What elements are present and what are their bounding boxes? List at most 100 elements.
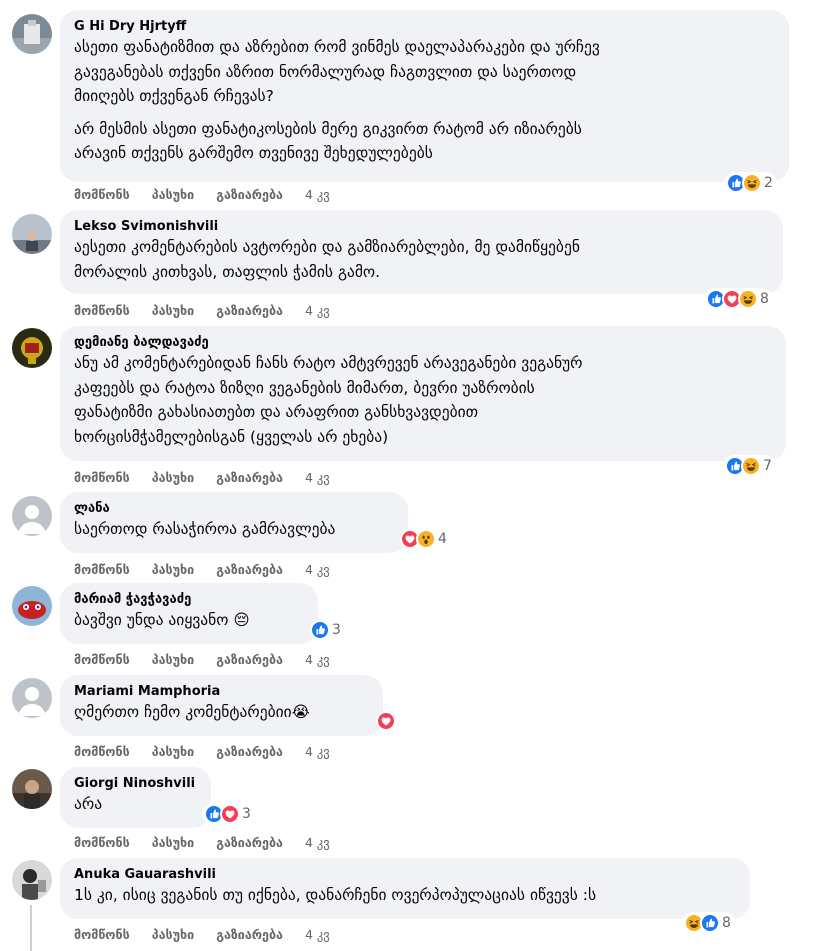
comment-timestamp[interactable]: 4 კვ	[305, 927, 330, 942]
like-button[interactable]: მომწონს	[74, 562, 130, 577]
reaction-summary[interactable]: 8	[704, 288, 773, 310]
reply-button[interactable]: პასუხი	[152, 470, 195, 485]
share-button[interactable]: გაზიარება	[216, 835, 283, 850]
reaction-count: 3	[332, 622, 341, 638]
comment-actions: მომწონს პასუხი გაზიარება 4 კვ	[74, 561, 330, 577]
comment-text: არა	[74, 795, 103, 813]
comment-author[interactable]: Lekso Svimonishvili	[74, 218, 771, 235]
reply-button[interactable]: პასუხი	[152, 927, 195, 942]
comment-text: მიიღებს თქვენგან რჩევას?	[74, 87, 274, 105]
reply-button[interactable]: პასუხი	[152, 835, 195, 850]
comment-actions: მომწონს პასუხი გაზიარება 4 კვ	[74, 302, 330, 318]
comment-bubble: Lekso Svimonishvili აესეთი კომენტარების …	[60, 210, 783, 294]
like-button[interactable]: მომწონს	[74, 187, 130, 202]
comment-text: საერთოდ რასაჭიროა გამრავლება	[74, 520, 336, 538]
comment-text: ხორცისმჭამელებისგან (ყველას არ ეხება)	[74, 427, 389, 446]
avatar[interactable]	[12, 14, 52, 54]
comment-text: გავეგანებას თქვენი აზრით ნორმალურად ჩაგთ…	[74, 62, 577, 81]
comment-timestamp[interactable]: 4 კვ	[305, 187, 330, 202]
haha-reaction-icon	[738, 289, 758, 309]
comment-text: კაფეებს და რატოა ზიზღი ვეგანების მიმართ,…	[74, 378, 535, 397]
comment-text: არავინ თქვენს გარშემო თვენივე შეხედულებე…	[74, 144, 433, 162]
avatar[interactable]	[12, 328, 52, 368]
comment-text: არ მესმის ასეთი ფანატიკოსების მერე გიკვი…	[74, 119, 582, 138]
like-button[interactable]: მომწონს	[74, 303, 130, 318]
comment-bubble: G Hi Dry Hjrtyff ასეთი ფანატიზმით და აზრ…	[60, 10, 789, 182]
comment-timestamp[interactable]: 4 კვ	[305, 303, 330, 318]
reaction-summary[interactable]: 3	[308, 619, 345, 641]
avatar[interactable]	[12, 860, 52, 900]
avatar[interactable]	[12, 586, 52, 626]
comment-actions: მომწონს პასუხი გაზიარება 4 კვ	[74, 186, 330, 202]
comment-bubble: დემიანე ბალდავაძე ანუ ამ კომენტარებიდან …	[60, 326, 786, 461]
comment-author[interactable]: Anuka Gauarashvili	[74, 866, 738, 883]
avatar[interactable]	[12, 214, 52, 254]
comment-author[interactable]: Giorgi Ninoshvili	[74, 775, 199, 792]
reaction-count: 8	[722, 915, 731, 931]
wow-reaction-icon	[416, 529, 436, 549]
reply-button[interactable]: პასუხი	[152, 187, 195, 202]
share-button[interactable]: გაზიარება	[216, 652, 283, 667]
comment-text: ასეთი ფანატიზმით და აზრებით რომ ვინმეს დ…	[74, 38, 600, 56]
comment-timestamp[interactable]: 4 კვ	[305, 562, 330, 577]
comment-bubble: Giorgi Ninoshvili არა	[60, 767, 211, 828]
comment-actions: მომწონს პასუხი გაზიარება 4 კვ	[74, 469, 330, 485]
avatar[interactable]	[12, 678, 52, 718]
like-button[interactable]: მომწონს	[74, 652, 130, 667]
share-button[interactable]: გაზიარება	[216, 562, 283, 577]
reply-button[interactable]: პასუხი	[152, 744, 195, 759]
avatar[interactable]	[12, 496, 52, 536]
comment-actions: მომწონს პასუხი გაზიარება 4 კვ	[74, 651, 330, 667]
comment-timestamp[interactable]: 4 კვ	[305, 470, 330, 485]
comment-text: მორალის კითხვას, თაფლის ჭამის გამო.	[74, 262, 381, 281]
share-button[interactable]: გაზიარება	[216, 187, 283, 202]
reaction-summary[interactable]	[374, 710, 400, 732]
comment-author[interactable]: G Hi Dry Hjrtyff	[74, 18, 777, 35]
reaction-summary[interactable]: 2	[724, 172, 777, 194]
reaction-count: 8	[760, 291, 769, 307]
like-button[interactable]: მომწონს	[74, 835, 130, 850]
comment-timestamp[interactable]: 4 კვ	[305, 835, 330, 850]
reaction-summary[interactable]: 4	[398, 528, 451, 550]
reply-thread-line	[30, 905, 32, 951]
comment-author[interactable]: დემიანე ბალდავაძე	[74, 334, 774, 351]
like-button[interactable]: მომწონს	[74, 470, 130, 485]
comment-author[interactable]: ლანა	[74, 500, 396, 517]
reply-button[interactable]: პასუხი	[152, 652, 195, 667]
avatar[interactable]	[12, 769, 52, 809]
comment-timestamp[interactable]: 4 კვ	[305, 744, 330, 759]
reaction-count: 4	[438, 531, 447, 547]
comment-text: ღმერთო ჩემო კომენტარებიი😭	[74, 703, 310, 721]
reaction-count: 7	[763, 458, 772, 474]
comment-text: ანუ ამ კომენტარებიდან ჩანს რატო ამტვრევე…	[74, 354, 583, 372]
comment-text: ფანატიზმი გახასიათებთ და არაფრით განსხვა…	[74, 403, 479, 421]
reaction-summary[interactable]: 3	[202, 803, 255, 825]
comment-bubble: Mariami Mamphoria ღმერთო ჩემო კომენტარებ…	[60, 675, 383, 736]
like-button[interactable]: მომწონს	[74, 927, 130, 942]
comment-actions: მომწონს პასუხი გაზიარება 4 კვ	[74, 834, 330, 850]
comment-text: 1ს კი, ისიც ვეგანის თუ იქნება, დანარჩენი…	[74, 886, 597, 904]
haha-reaction-icon	[742, 173, 762, 193]
like-button[interactable]: მომწონს	[74, 744, 130, 759]
reaction-summary[interactable]: 7	[723, 455, 776, 477]
like-reaction-icon	[700, 913, 720, 933]
comment-author[interactable]: მარიამ ჭავჭავაძე	[74, 591, 306, 608]
comment-actions: მომწონს პასუხი გაზიარება 4 კვ	[74, 926, 330, 942]
share-button[interactable]: გაზიარება	[216, 470, 283, 485]
reply-button[interactable]: პასუხი	[152, 303, 195, 318]
comment-bubble: Anuka Gauarashvili 1ს კი, ისიც ვეგანის თ…	[60, 858, 750, 919]
reaction-summary[interactable]: 8	[682, 912, 735, 934]
comment-bubble: მარიამ ჭავჭავაძე ბავშვი უნდა აიყვანო 😔	[60, 583, 318, 644]
love-reaction-icon	[220, 804, 240, 824]
comment-actions: მომწონს პასუხი გაზიარება 4 კვ	[74, 743, 330, 759]
share-button[interactable]: გაზიარება	[216, 927, 283, 942]
share-button[interactable]: გაზიარება	[216, 303, 283, 318]
reply-button[interactable]: პასუხი	[152, 562, 195, 577]
comment-timestamp[interactable]: 4 კვ	[305, 652, 330, 667]
love-reaction-icon	[376, 711, 396, 731]
comment-author[interactable]: Mariami Mamphoria	[74, 683, 371, 700]
haha-reaction-icon	[741, 456, 761, 476]
reaction-count: 2	[764, 175, 773, 191]
comment-bubble: ლანა საერთოდ რასაჭიროა გამრავლება	[60, 492, 408, 553]
share-button[interactable]: გაზიარება	[216, 744, 283, 759]
